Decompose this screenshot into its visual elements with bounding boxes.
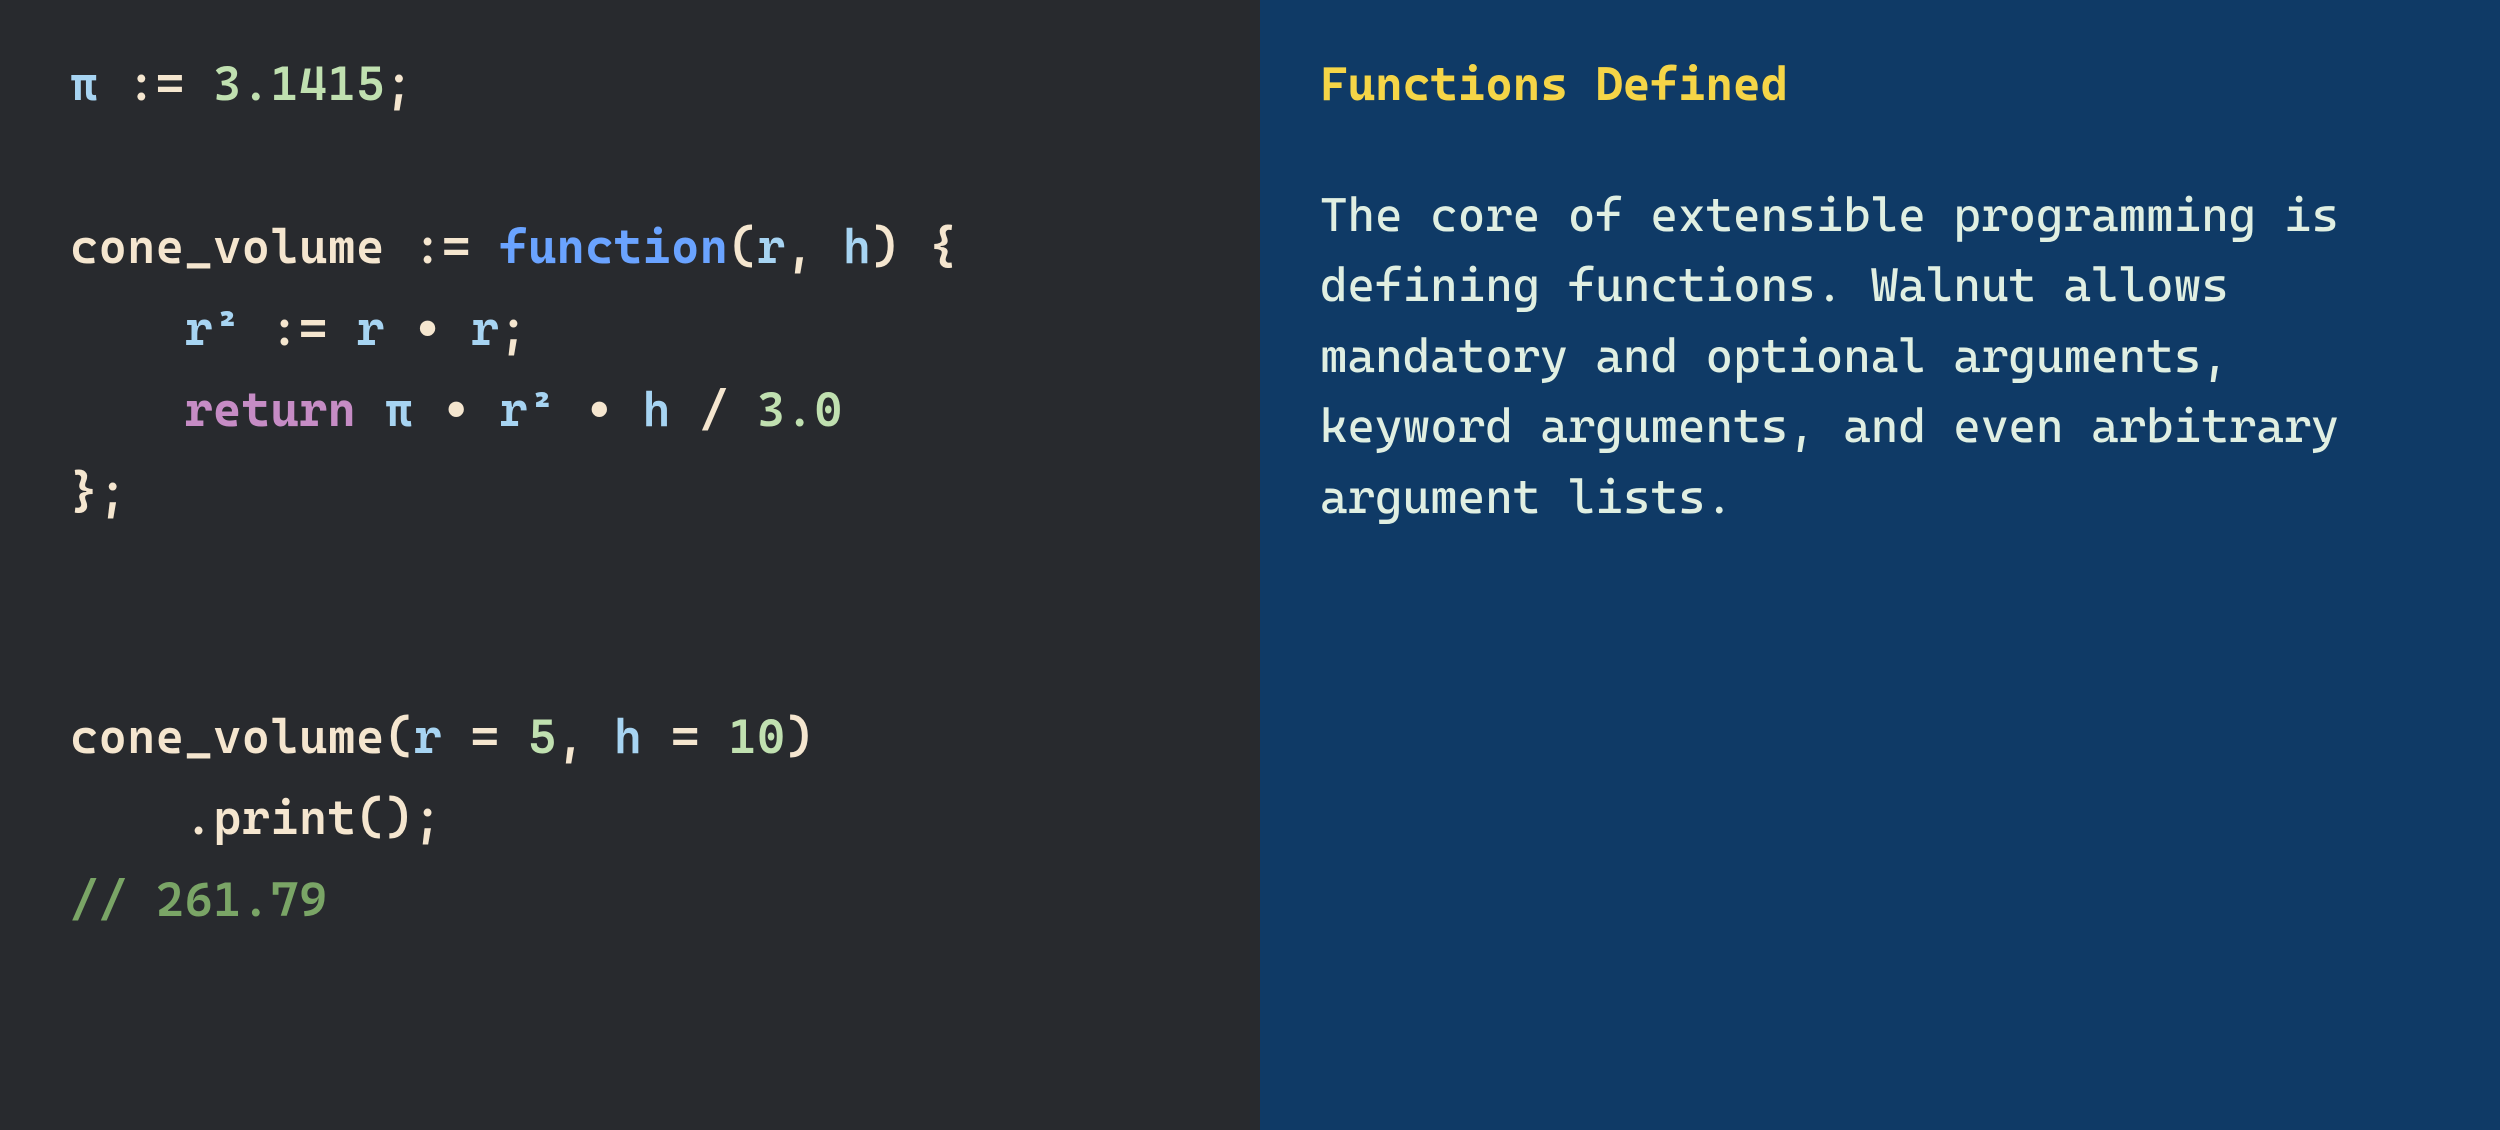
blank-line xyxy=(70,126,1190,208)
semicolon: ; xyxy=(385,56,414,112)
code-line-8: // 261.79 xyxy=(70,860,1190,942)
close-paren-brace: ) { xyxy=(872,219,958,275)
assign-op: := xyxy=(99,56,214,112)
param-r: r xyxy=(757,219,786,275)
open-paren: ( xyxy=(728,219,757,275)
open-paren: ( xyxy=(385,709,414,765)
doc-panel: Functions Defined The core of extensible… xyxy=(1260,0,2500,1130)
ident-r: r xyxy=(356,301,385,357)
ident-cone-volume: cone_volume xyxy=(70,219,385,275)
code-line-5: }; xyxy=(70,452,1190,534)
keyword-return: return xyxy=(185,382,357,438)
number-literal: 3.0 xyxy=(757,382,843,438)
comment-output: // 261.79 xyxy=(70,872,328,928)
code-line-3: r² := r • r; xyxy=(70,289,1190,371)
ident-h: h xyxy=(643,382,672,438)
param-r: r xyxy=(414,709,443,765)
code-line-7: .print(); xyxy=(70,778,1190,860)
comma: , xyxy=(557,709,614,765)
code-panel: π := 3.1415; cone_volume := function(r, … xyxy=(0,0,1260,1130)
close-brace: }; xyxy=(70,464,127,520)
semicolon: ; xyxy=(499,301,528,357)
equals: = xyxy=(442,709,528,765)
blank-line xyxy=(70,615,1190,697)
param-h: h xyxy=(614,709,643,765)
equals: = xyxy=(643,709,729,765)
number-literal: 10 xyxy=(728,709,785,765)
code-line-6: cone_volume(r = 5, h = 10) xyxy=(70,697,1190,779)
dot-op: • xyxy=(414,382,500,438)
space xyxy=(356,382,385,438)
doc-body: The core of extensible programming is de… xyxy=(1320,181,2440,534)
indent xyxy=(70,301,185,357)
dot-op: • xyxy=(385,301,471,357)
div-op: / xyxy=(671,382,757,438)
keyword-function: function xyxy=(499,219,728,275)
code-line-4: return π • r² • h / 3.0 xyxy=(70,370,1190,452)
method-print: .print(); xyxy=(185,790,443,846)
ident-r2: r² xyxy=(499,382,556,438)
ident-r: r xyxy=(471,301,500,357)
indent xyxy=(70,382,185,438)
blank-line xyxy=(70,534,1190,616)
param-h: h xyxy=(843,219,872,275)
code-line-2: cone_volume := function(r, h) { xyxy=(70,207,1190,289)
indent xyxy=(70,790,185,846)
doc-title: Functions Defined xyxy=(1320,50,2440,121)
assign-op: := xyxy=(242,301,357,357)
ident-cone-volume: cone_volume xyxy=(70,709,385,765)
number-literal: 3.1415 xyxy=(213,56,385,112)
comma: , xyxy=(786,219,843,275)
ident-pi: π xyxy=(385,382,414,438)
ident-r2: r² xyxy=(185,301,242,357)
number-literal: 5 xyxy=(528,709,557,765)
dot-op: • xyxy=(557,382,643,438)
assign-op: := xyxy=(385,219,500,275)
ident-pi: π xyxy=(70,56,99,112)
code-line-1: π := 3.1415; xyxy=(70,44,1190,126)
close-paren: ) xyxy=(786,709,815,765)
